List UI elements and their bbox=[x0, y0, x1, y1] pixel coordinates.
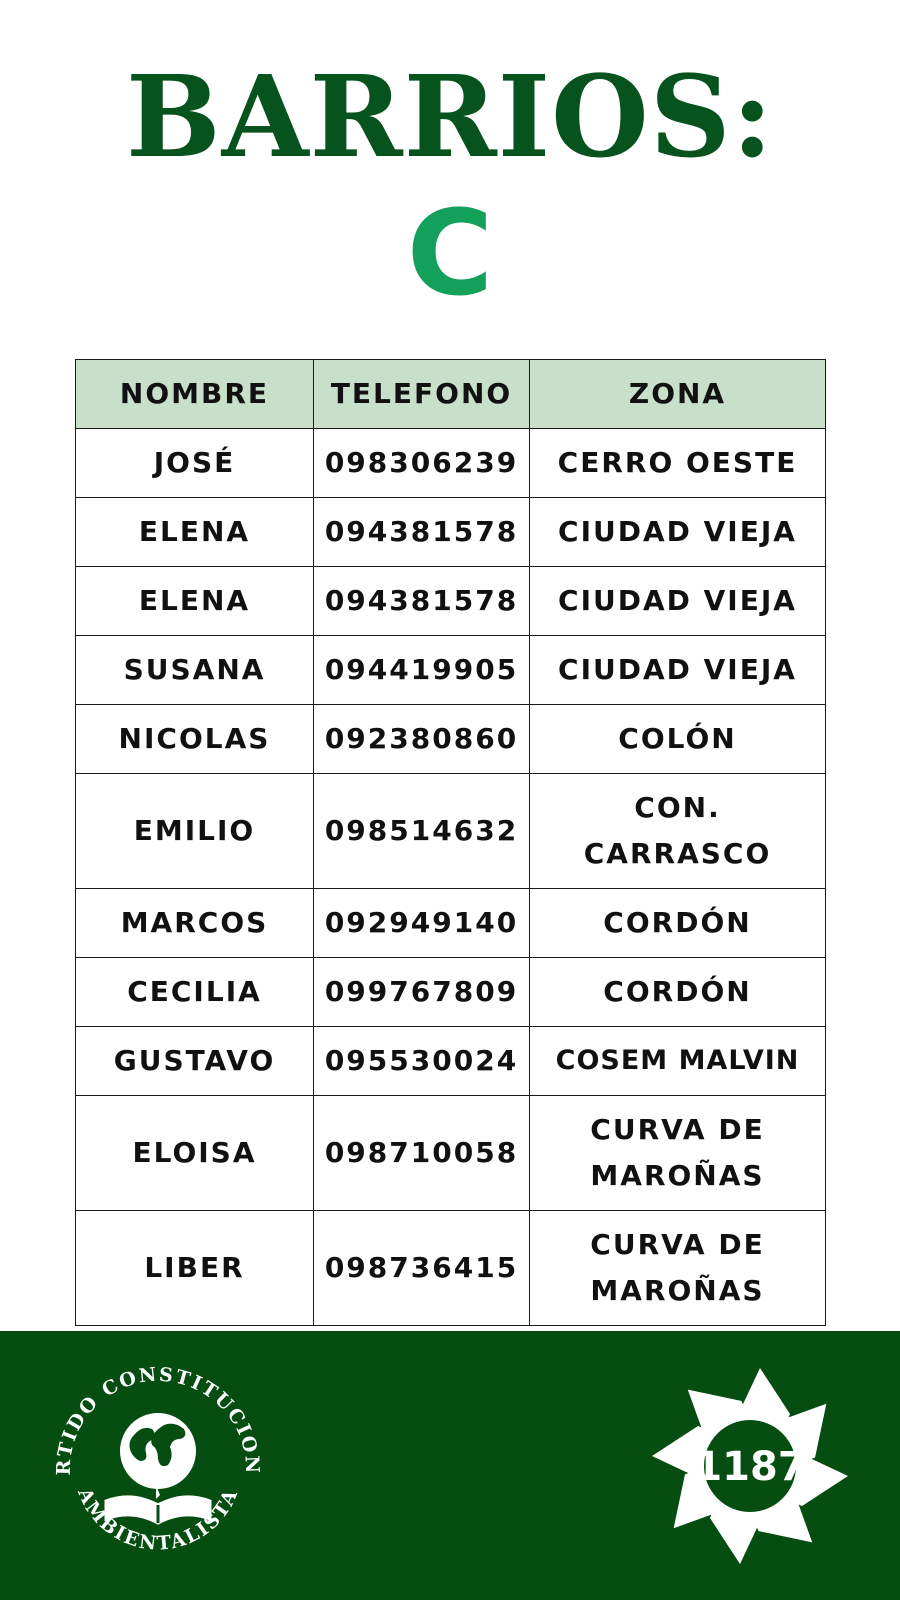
name-cell: GUSTAVO bbox=[75, 1026, 314, 1096]
phone-cell: 094381578 bbox=[313, 497, 530, 567]
table-row: LIBER 098736415 CURVA DE MAROÑAS bbox=[75, 1210, 826, 1326]
column-header: TELEFONO bbox=[313, 359, 530, 429]
zone-cell: CURVA DE MAROÑAS bbox=[529, 1210, 826, 1326]
list-flower-logo: 1187 bbox=[652, 1368, 848, 1564]
table-row: EMILIO 098514632 CON. CARRASCO bbox=[75, 773, 826, 889]
zone-cell: CIUDAD VIEJA bbox=[529, 497, 826, 567]
name-cell: MARCOS bbox=[75, 888, 314, 958]
party-seal-logo: PARTIDO CONSTITUCIONAL AMBIENTALISTA bbox=[48, 1351, 261, 1555]
table-row: ELOISA 098710058 CURVA DE MAROÑAS bbox=[75, 1095, 826, 1211]
phone-cell: 095530024 bbox=[313, 1026, 530, 1096]
column-header: ZONA bbox=[529, 359, 826, 429]
phone-cell: 098710058 bbox=[313, 1095, 530, 1211]
phone-cell: 092380860 bbox=[313, 704, 530, 774]
name-cell: CECILIA bbox=[75, 957, 314, 1027]
name-cell: EMILIO bbox=[75, 773, 314, 889]
table-row: ELENA 094381578 CIUDAD VIEJA bbox=[75, 566, 826, 636]
table-row: NICOLAS 092380860 COLÓN bbox=[75, 704, 826, 774]
phone-cell: 094419905 bbox=[313, 635, 530, 705]
footer-band: PARTIDO CONSTITUCIONAL AMBIENTALISTA bbox=[0, 1331, 900, 1600]
name-cell: SUSANA bbox=[75, 635, 314, 705]
name-cell: JOSÉ bbox=[75, 428, 314, 498]
phone-cell: 098306239 bbox=[313, 428, 530, 498]
name-cell: ELOISA bbox=[75, 1095, 314, 1211]
open-book-icon bbox=[104, 1495, 212, 1525]
table-row: SUSANA 094419905 CIUDAD VIEJA bbox=[75, 635, 826, 705]
zone-cell: CORDÓN bbox=[529, 888, 826, 958]
phone-cell: 092949140 bbox=[313, 888, 530, 958]
zone-cell: CON. CARRASCO bbox=[529, 773, 826, 889]
zone-cell: CURVA DE MAROÑAS bbox=[529, 1095, 826, 1211]
table-row: ELENA 094381578 CIUDAD VIEJA bbox=[75, 497, 826, 567]
phone-cell: 099767809 bbox=[313, 957, 530, 1027]
phone-cell: 094381578 bbox=[313, 566, 530, 636]
table-row: GUSTAVO 095530024 COSEM MALVIN bbox=[75, 1026, 826, 1096]
phone-cell: 098736415 bbox=[313, 1210, 530, 1326]
globe-icon bbox=[120, 1413, 196, 1499]
name-cell: ELENA bbox=[75, 566, 314, 636]
zone-cell: COSEM MALVIN bbox=[529, 1026, 826, 1096]
zone-cell: CIUDAD VIEJA bbox=[529, 566, 826, 636]
name-cell: LIBER bbox=[75, 1210, 314, 1326]
table-row: CECILIA 099767809 CORDÓN bbox=[75, 957, 826, 1027]
zone-cell: COLÓN bbox=[529, 704, 826, 774]
list-number: 1187 bbox=[694, 1444, 805, 1490]
table-header-row: NOMBRE TELEFONO ZONA bbox=[75, 359, 826, 429]
name-cell: ELENA bbox=[75, 497, 314, 567]
column-header: NOMBRE bbox=[75, 359, 314, 429]
zone-cell: CORDÓN bbox=[529, 957, 826, 1027]
name-cell: NICOLAS bbox=[75, 704, 314, 774]
page-title: BARRIOS: bbox=[126, 52, 774, 183]
table-row: JOSÉ 098306239 CERRO OESTE bbox=[75, 428, 826, 498]
phone-cell: 098514632 bbox=[313, 773, 530, 889]
zone-cell: CERRO OESTE bbox=[529, 428, 826, 498]
zone-cell: CIUDAD VIEJA bbox=[529, 635, 826, 705]
section-letter: C bbox=[406, 184, 494, 322]
table-row: MARCOS 092949140 CORDÓN bbox=[75, 888, 826, 958]
contacts-table: NOMBRE TELEFONO ZONA JOSÉ 098306239 CERR… bbox=[75, 359, 826, 1326]
